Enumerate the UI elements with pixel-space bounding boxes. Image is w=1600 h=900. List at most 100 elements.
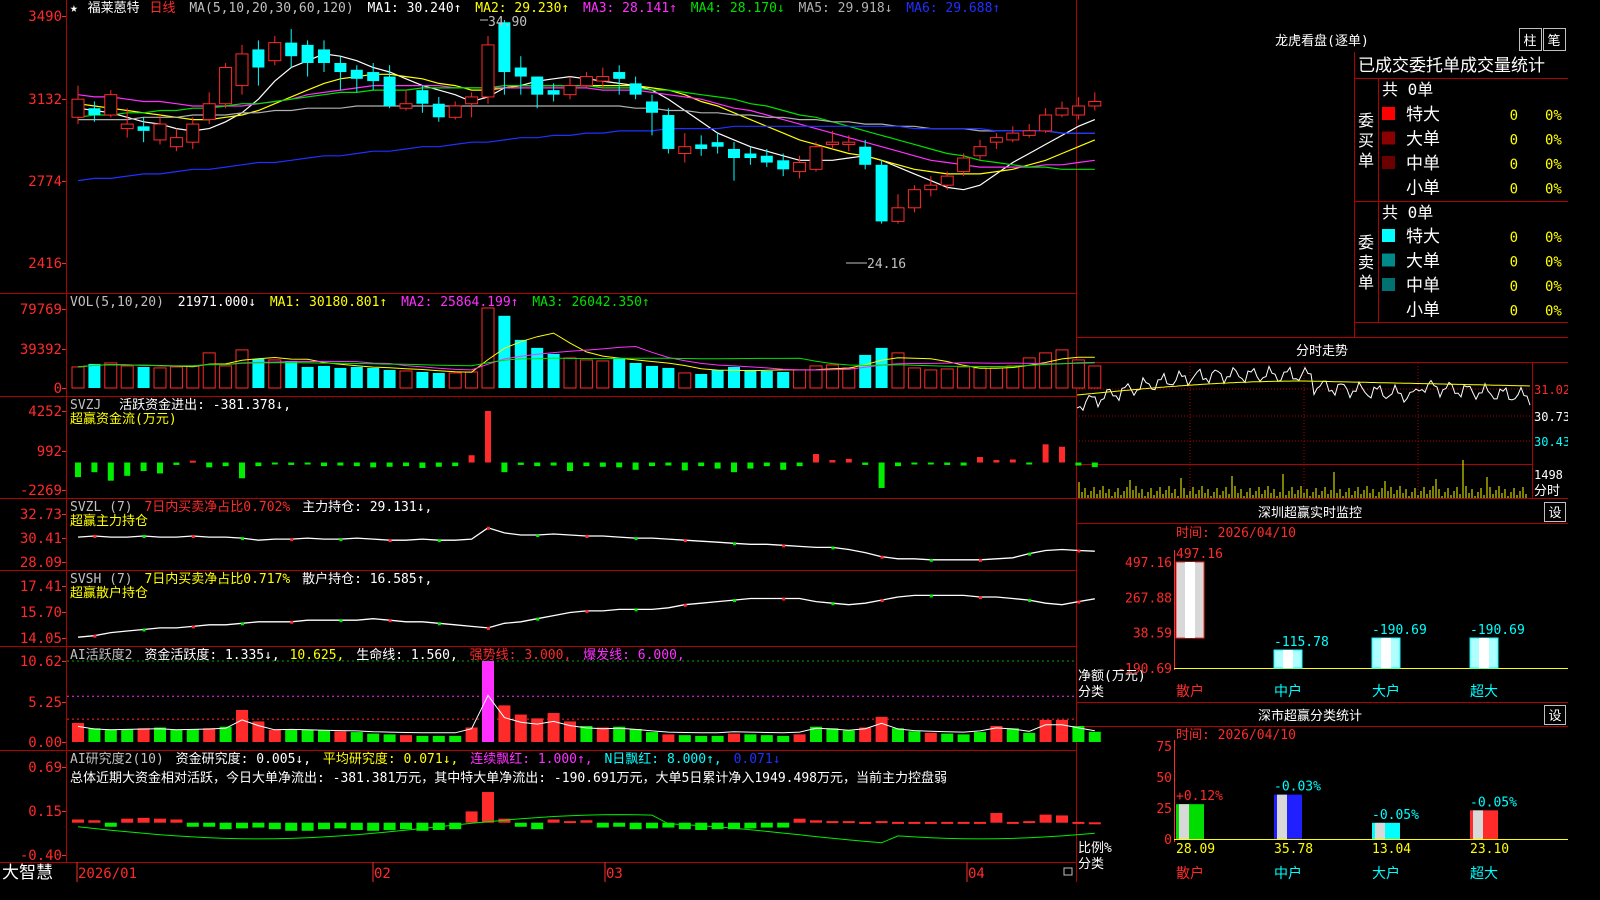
svzj-bar	[517, 462, 524, 465]
sell-row-count: 0	[1510, 230, 1518, 246]
svg-text:AI活跃度2 资金活跃度: 1.335↓,: AI活跃度2 资金活跃度: 1.335↓, 10.625, 生命线: 1.560…	[70, 647, 685, 663]
svzj-bar	[632, 462, 639, 470]
period-label[interactable]: 日线	[150, 1, 176, 16]
activity-bar	[842, 730, 855, 742]
svzl-sub: 超赢主力持仓	[70, 513, 148, 529]
holding-marker	[782, 597, 786, 601]
candle-body-up	[907, 189, 921, 209]
star-icon[interactable]: ★	[70, 1, 78, 16]
sz-axis-label: 497.16	[1125, 556, 1172, 571]
vol-ma3: MA3: 26042.350↑	[532, 295, 649, 310]
svzl-line	[77, 526, 1095, 562]
research-bar	[580, 820, 593, 823]
high-price-label: 34.90	[488, 15, 527, 30]
research-bar	[400, 822, 412, 830]
price-axis: 3490 3132 2774 2416	[28, 9, 66, 272]
activity-bar	[203, 728, 216, 742]
right-side-panels: 龙虎看盘(逐单) 柱 笔 已成交委托单成交量统计 共 0单共 0单委买单委卖单特…	[1076, 28, 1570, 882]
activity-bar	[72, 722, 84, 742]
buy-row-count: 0	[1510, 108, 1518, 124]
holding-marker	[831, 546, 835, 550]
activity-bar	[1023, 732, 1036, 742]
activity-bar	[744, 734, 757, 742]
btn-zhu[interactable]: 柱	[1523, 34, 1536, 49]
fs-title: 分时走势	[1296, 343, 1348, 359]
ma-params: MA(5,10,20,30,60,120)	[189, 1, 353, 16]
sz-btn[interactable]: 设	[1548, 506, 1561, 521]
lock-icon[interactable]	[1063, 867, 1073, 876]
panel-frames	[0, 0, 1568, 882]
sz-unit2: 分类	[1078, 685, 1104, 700]
svzj-bar	[403, 462, 409, 467]
candle-body-up	[169, 137, 183, 148]
svsh-net: 7日内买卖净占比0.717%	[144, 571, 290, 587]
ai-res-red: 连续飘红: 1.000↑,	[470, 751, 592, 767]
holding-marker	[437, 539, 441, 543]
candle-body-down	[432, 103, 445, 118]
sc-axis-label: 50	[1156, 771, 1172, 786]
svsh-axis: 17.41 15.70 14.05	[20, 579, 66, 647]
research-bar	[760, 822, 773, 828]
research-bar	[744, 822, 757, 829]
svzj-bar	[993, 460, 1000, 463]
research-bar	[711, 822, 724, 830]
sell-row-pct: 0%	[1545, 279, 1562, 295]
candle-body-up	[120, 123, 134, 130]
ai-research-panel: 0.690.15-0.40 AI研究度2(10) 资金研究度: 0.005↓, …	[20, 751, 1101, 864]
holding-marker	[290, 538, 294, 542]
sell-label-char: 单	[1358, 273, 1374, 292]
volume-bar-down	[744, 369, 757, 388]
btn-bi[interactable]: 笔	[1547, 33, 1560, 49]
research-bar	[1072, 821, 1085, 824]
research-bar	[941, 821, 954, 824]
date-label: 02	[374, 866, 391, 882]
research-bar	[810, 820, 822, 823]
activity-bar	[777, 735, 790, 742]
activity-bar	[367, 733, 380, 742]
holding-marker	[290, 620, 294, 624]
svzj-bar	[370, 462, 377, 468]
axis-label: -2269	[20, 483, 62, 499]
svzj-bar	[321, 462, 327, 467]
research-bar	[678, 822, 691, 830]
axis-label: 2774	[28, 174, 62, 190]
candle-body-down	[547, 90, 560, 95]
candle-body-up	[940, 175, 954, 186]
svzj-bar	[501, 462, 508, 473]
holding-marker	[831, 602, 835, 606]
candle-body-down	[383, 76, 396, 106]
sell-row-pct: 0%	[1545, 304, 1562, 320]
sz-bar-shine	[1479, 638, 1489, 668]
activity-bar	[350, 732, 363, 742]
sz-cat: 大户	[1372, 683, 1400, 700]
volume-bar-down	[334, 367, 347, 388]
activity-bar	[236, 709, 248, 742]
svsh-sub: 超赢散户持仓	[70, 585, 148, 601]
svzj-bar	[616, 462, 623, 468]
sz-axis-label: 267.88	[1125, 591, 1172, 606]
sell-row-name: 特大	[1406, 227, 1440, 247]
volume-bar-up	[104, 362, 118, 389]
intraday-chart: 31.02 30.73 30.43 1498 分时	[1076, 363, 1570, 499]
ma4-value: MA4: 28.170↓	[691, 1, 785, 16]
svzj-bar	[599, 462, 606, 467]
volume-bar-down	[613, 357, 626, 388]
stock-name: 福莱蒽特	[88, 1, 140, 16]
activity-bar	[1088, 731, 1101, 742]
sc-btn[interactable]: 设	[1548, 709, 1561, 724]
candle-body-down	[88, 108, 101, 116]
candle-body-down	[350, 69, 363, 79]
buy-row-name: 中单	[1406, 154, 1440, 174]
candle-body-up	[153, 123, 167, 141]
ma3-value: MA3: 28.141↑	[583, 1, 677, 16]
sell-row-count: 0	[1510, 279, 1518, 295]
candle-body-up	[891, 207, 905, 222]
candle-body-up	[793, 162, 807, 173]
research-bar	[137, 817, 150, 823]
candle-body-down	[728, 148, 740, 159]
low-price-label: 24.16	[867, 257, 906, 272]
research-bar	[465, 811, 478, 823]
ma2-value: MA2: 29.230↑	[475, 1, 569, 16]
svzl-panel: 32.73 30.41 28.09 SVZL (7) 7日内买卖净占比0.702% …	[20, 499, 1095, 571]
volume-bar-up	[202, 352, 216, 389]
